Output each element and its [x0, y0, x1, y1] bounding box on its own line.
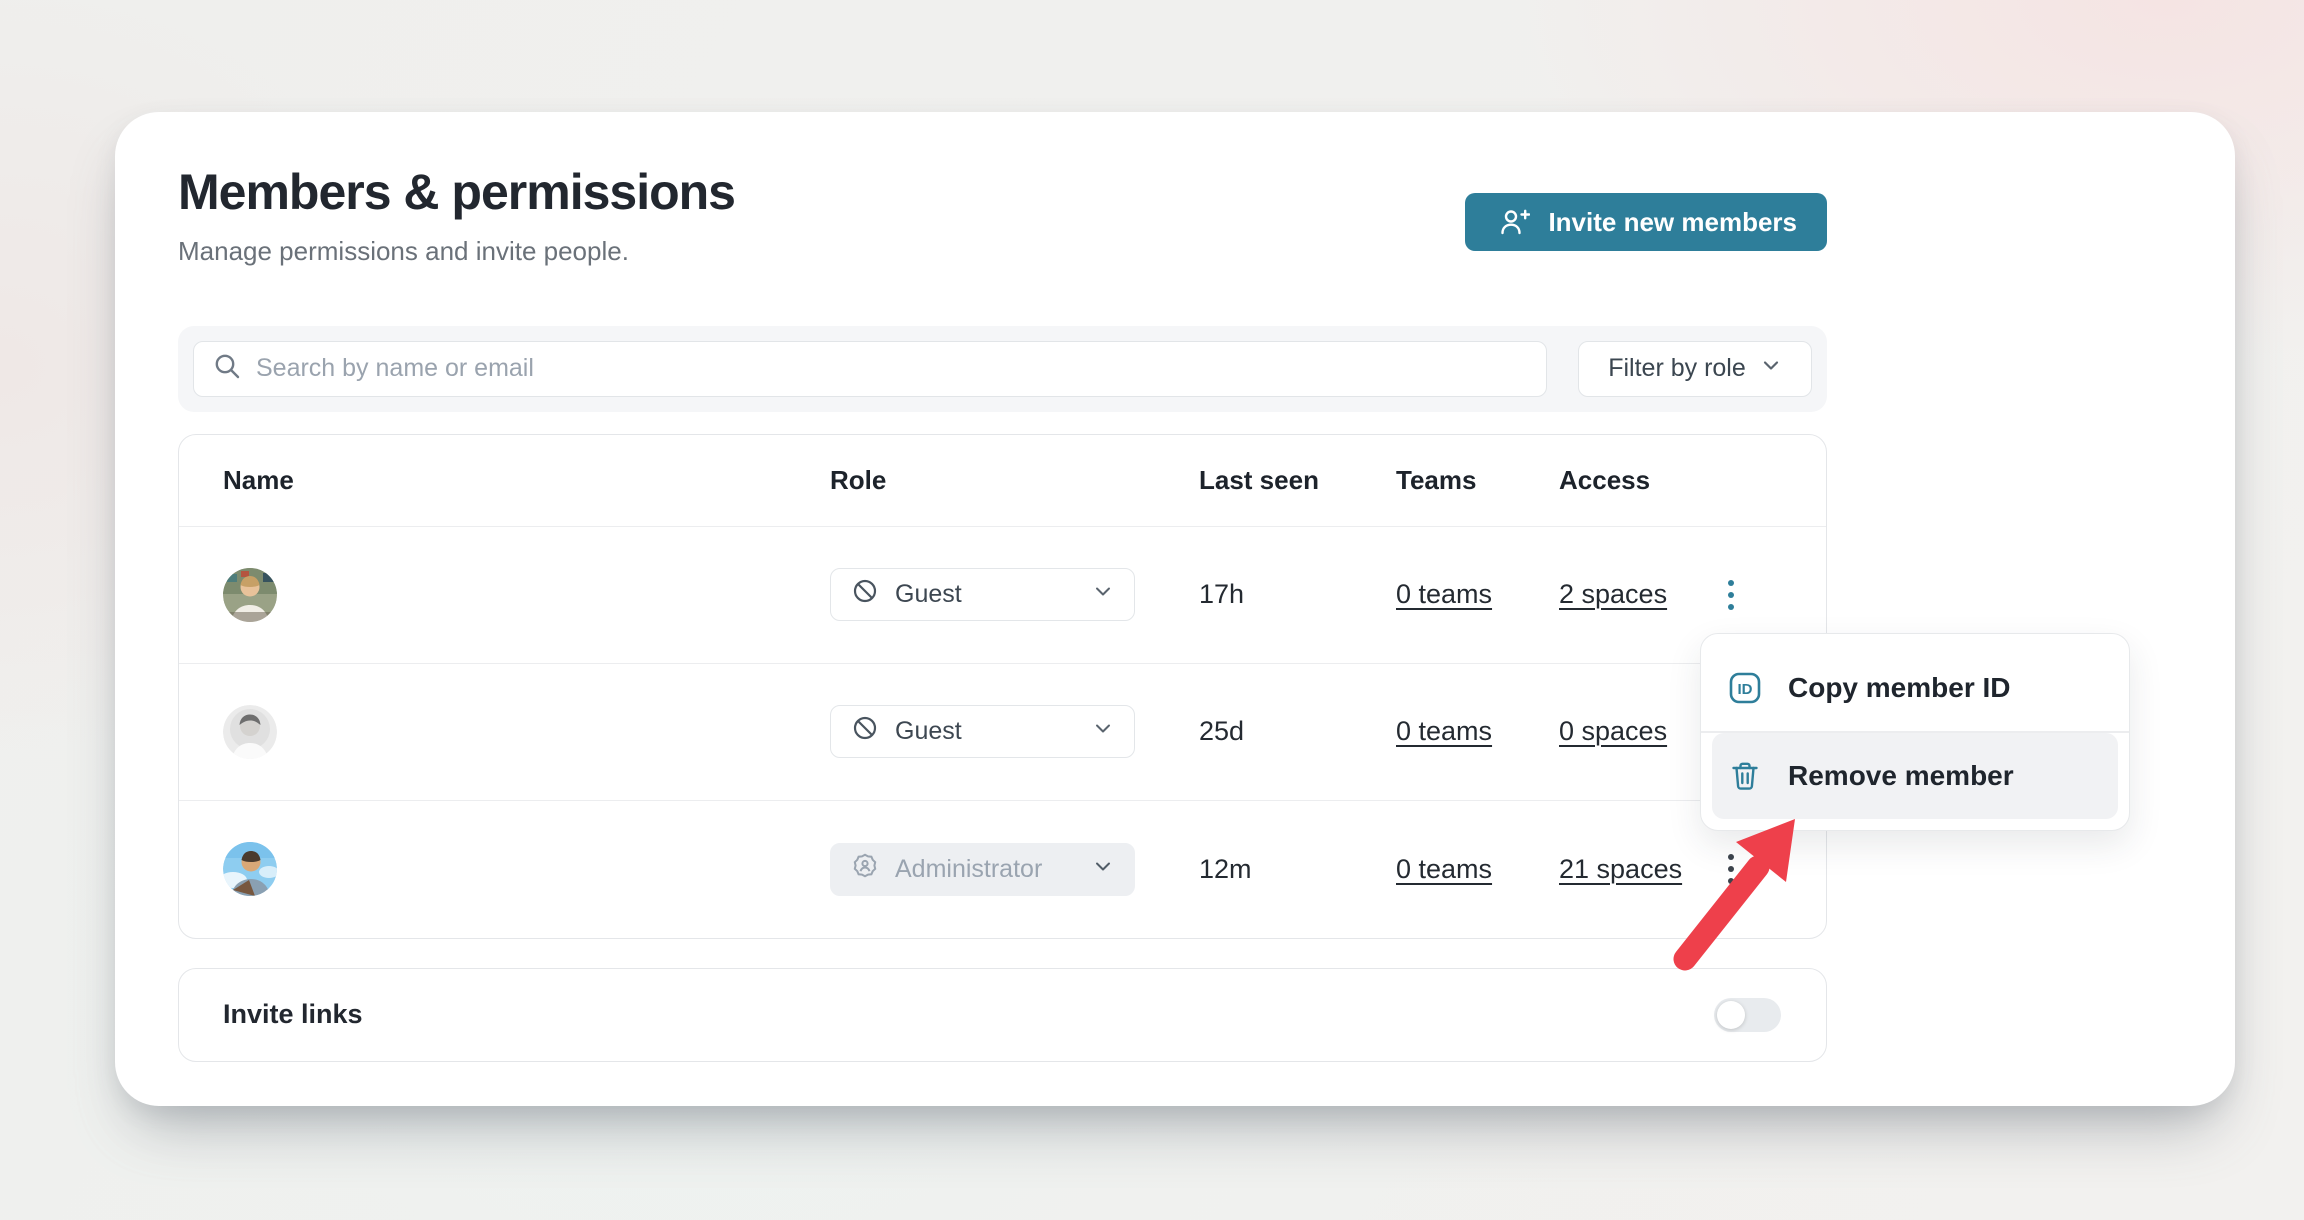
- column-header-role: Role: [830, 465, 1199, 496]
- page-subtitle: Manage permissions and invite people.: [178, 236, 735, 267]
- role-value: Guest: [895, 580, 1076, 609]
- grayscale-photo-avatar: [223, 705, 277, 759]
- invite-links-toggle[interactable]: [1714, 998, 1781, 1032]
- filter-button-label: Filter by role: [1608, 354, 1746, 383]
- search-icon: [212, 351, 242, 386]
- row-menu-kebab-icon[interactable]: [1709, 843, 1753, 896]
- svg-text:ID: ID: [1738, 681, 1753, 698]
- page-header-text: Members & permissions Manage permissions…: [178, 164, 735, 267]
- circle-slash-icon: [851, 714, 879, 749]
- member-context-menu: ID Copy member ID Remove member: [1700, 633, 2130, 831]
- teams-link[interactable]: 0 teams: [1396, 854, 1492, 885]
- blue-sky-photo-avatar: [223, 842, 277, 896]
- remove-member-menu-item[interactable]: Remove member: [1712, 733, 2118, 819]
- invite-new-members-button[interactable]: Invite new members: [1465, 193, 1827, 251]
- copy-member-id-menu-item[interactable]: ID Copy member ID: [1712, 645, 2118, 731]
- access-link[interactable]: 2 spaces: [1559, 579, 1667, 610]
- table-row: Administrator 12m 0 teams 21 spaces: [179, 801, 1826, 938]
- trash-icon: [1726, 757, 1764, 795]
- toggle-knob: [1717, 1001, 1745, 1029]
- role-value: Administrator: [895, 855, 1076, 884]
- invite-links-section: Invite links: [178, 968, 1827, 1062]
- search-field[interactable]: [193, 341, 1547, 397]
- column-header-last-seen: Last seen: [1199, 465, 1396, 496]
- invite-links-label: Invite links: [223, 999, 363, 1030]
- column-header-name: Name: [223, 465, 830, 496]
- chevron-down-icon: [1092, 580, 1114, 609]
- members-table: Name Role Last seen Teams Access: [178, 434, 1827, 939]
- person-plus-icon: [1495, 206, 1533, 238]
- search-filter-bar: Filter by role: [178, 326, 1827, 412]
- circle-slash-icon: [851, 577, 879, 612]
- last-seen-value: 12m: [1199, 854, 1396, 885]
- column-header-teams: Teams: [1396, 465, 1559, 496]
- last-seen-value: 17h: [1199, 579, 1396, 610]
- access-link[interactable]: 21 spaces: [1559, 854, 1682, 885]
- chevron-down-icon: [1092, 717, 1114, 746]
- id-badge-icon: ID: [1726, 669, 1764, 707]
- page-header: Members & permissions Manage permissions…: [178, 164, 1827, 267]
- teams-link[interactable]: 0 teams: [1396, 716, 1492, 747]
- chevron-down-icon: [1092, 855, 1114, 884]
- table-header-row: Name Role Last seen Teams Access: [179, 435, 1826, 527]
- row-menu-kebab-icon[interactable]: [1709, 568, 1753, 621]
- warm-photo-avatar: [223, 568, 277, 622]
- role-select[interactable]: Guest: [830, 568, 1135, 621]
- invite-button-label: Invite new members: [1548, 207, 1797, 238]
- column-header-access: Access: [1559, 465, 1709, 496]
- members-permissions-card: Members & permissions Manage permissions…: [115, 112, 2235, 1106]
- access-link[interactable]: 0 spaces: [1559, 716, 1667, 747]
- table-row: Guest 17h 0 teams 2 spaces: [179, 527, 1826, 664]
- chevron-down-icon: [1760, 354, 1782, 383]
- role-select[interactable]: Guest: [830, 705, 1135, 758]
- last-seen-value: 25d: [1199, 716, 1396, 747]
- filter-by-role-button[interactable]: Filter by role: [1578, 341, 1812, 397]
- teams-link[interactable]: 0 teams: [1396, 579, 1492, 610]
- shield-person-icon: [851, 852, 879, 887]
- role-select[interactable]: Administrator: [830, 843, 1135, 896]
- table-row: Guest 25d 0 teams 0 spaces: [179, 664, 1826, 801]
- search-input[interactable]: [256, 354, 1528, 383]
- menu-item-label: Copy member ID: [1788, 672, 2011, 704]
- role-value: Guest: [895, 717, 1076, 746]
- page-title: Members & permissions: [178, 164, 735, 222]
- menu-item-label: Remove member: [1788, 760, 2014, 792]
